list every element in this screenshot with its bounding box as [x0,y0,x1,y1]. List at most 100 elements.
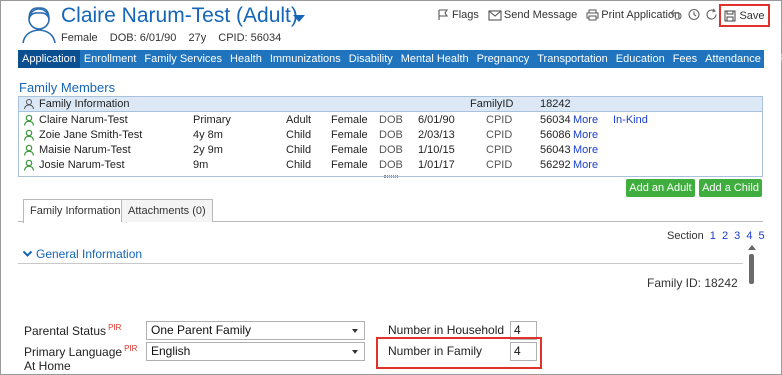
avatar-icon [22,7,56,44]
member-dob-label: DOB [379,129,403,141]
table-resize-handle[interactable] [384,175,398,178]
nav-attendance[interactable]: Attendance [701,50,765,68]
nav-pir[interactable]: PIR [765,50,782,68]
table-row[interactable]: Maisie Narum-Test 2y 9m Child Female DOB… [19,143,762,158]
history-icon[interactable] [687,8,700,21]
primary-language-label-text: Primary Language [24,345,123,359]
nav-health[interactable]: Health [226,50,266,68]
section-link-5[interactable]: 5 [759,230,765,242]
member-cpid: 56086 [540,129,571,141]
familyid-value: 18242 [540,98,571,110]
tab-bar: Family Information Attachments (0) [18,199,763,223]
chevron-down-icon[interactable] [293,15,305,22]
nav-transportation[interactable]: Transportation [533,50,612,68]
scroll-up-arrow[interactable] [748,245,756,250]
section-nav-label: Section [667,230,704,242]
member-gender: Female [331,159,368,171]
member-gender: Female [331,144,368,156]
nav-immunizations[interactable]: Immunizations [266,50,345,68]
save-label: Save [739,9,765,22]
family-id-display: Family ID: 18242 [647,276,738,290]
dropdown-caret-icon [352,329,358,333]
person-icon [23,114,35,126]
family-members-title: Family Members [19,80,116,95]
primary-language-value: English [151,344,191,358]
send-message-button[interactable]: Send Message [488,9,577,21]
family-members-table: Family Information FamilyID 18242 Claire… [18,96,763,177]
table-row[interactable]: Zoie Jane Smith-Test 4y 8m Child Female … [19,128,762,143]
member-dob-label: DOB [379,114,403,126]
member-more-link[interactable]: More [573,144,598,156]
flag-icon [438,9,449,20]
add-child-button[interactable]: Add a Child [699,179,762,197]
table-row[interactable]: Claire Narum-Test Primary Adult Female D… [19,113,762,128]
family-info-header-row[interactable]: Family Information FamilyID 18242 [19,97,762,112]
member-relation: Primary [193,114,231,126]
member-dob: 1/10/15 [418,144,455,156]
member-type: Child [286,129,312,141]
save-button[interactable]: Save [719,4,770,27]
nav-disability[interactable]: Disability [345,50,397,68]
section-link-3[interactable]: 3 [734,230,740,242]
member-more-link[interactable]: More [573,129,598,141]
floppy-disk-icon [724,10,736,21]
undo-icon[interactable] [669,8,682,21]
family-group-icon [24,99,34,110]
client-cpid: CPID: 56034 [218,32,282,44]
member-cpid: 56034 [540,114,571,126]
section-link-4[interactable]: 4 [746,230,752,242]
flags-button[interactable]: Flags [437,9,479,21]
general-information-toggle[interactable]: General Information [22,247,142,261]
section-link-1[interactable]: 1 [710,230,716,242]
nav-education[interactable]: Education [612,50,669,68]
member-dob-label: DOB [379,159,403,171]
add-adult-button[interactable]: Add an Adult [626,179,695,197]
member-relation: 4y 8m [193,129,223,141]
table-row[interactable]: Josie Narum-Test 9m Child Female DOB 1/0… [19,158,762,173]
member-gender: Female [331,129,368,141]
vertical-scrollbar[interactable] [749,254,754,284]
client-age: 27y [188,32,207,44]
member-cpid-label: CPID [486,144,513,156]
nav-mental-health[interactable]: Mental Health [397,50,473,68]
flags-label: Flags [452,9,479,21]
main-nav: Application Enrollment Family Services H… [18,50,782,68]
parental-status-select[interactable]: One Parent Family [146,321,365,340]
member-more-link[interactable]: More [573,159,598,171]
nav-family-services[interactable]: Family Services [140,50,226,68]
application-window: Claire Narum-Test (Adult) Female DOB: 6/… [0,0,782,375]
client-dob: DOB: 6/01/90 [109,32,177,44]
number-in-family-label: Number in Family [388,344,483,358]
number-in-family-field[interactable]: 4 [510,342,537,361]
parental-status-label-text: Parental Status [24,324,107,338]
member-type: Child [286,144,312,156]
member-dob: 6/01/90 [418,114,455,126]
print-application-button[interactable]: Print Application [586,9,680,21]
member-dob-label: DOB [379,144,403,156]
nav-enrollment[interactable]: Enrollment [80,50,141,68]
pir-tag: PIR [124,344,138,353]
primary-language-label-line2: At Home [24,359,71,373]
primary-language-select[interactable]: English [146,342,365,361]
tab-family-information[interactable]: Family Information [23,199,128,223]
person-icon [23,129,35,141]
member-inkind-link[interactable]: In-Kind [613,114,648,126]
tab-attachments[interactable]: Attachments (0) [121,199,213,222]
member-cpid-label: CPID [486,114,513,126]
nav-application[interactable]: Application [18,50,80,68]
client-gender: Female [61,32,98,44]
primary-language-label: Primary Language PIR [24,344,137,359]
section-link-2[interactable]: 2 [722,230,728,242]
member-gender: Female [331,114,368,126]
nav-fees[interactable]: Fees [669,50,701,68]
number-in-household-label: Number in Household [388,323,505,337]
member-more-link[interactable]: More [573,114,598,126]
general-information-title: General Information [36,247,143,261]
refresh-icon[interactable] [705,8,718,21]
member-name: Maisie Narum-Test [39,144,131,156]
nav-pregnancy[interactable]: Pregnancy [473,50,534,68]
client-name-title[interactable]: Claire Narum-Test (Adult) [61,4,298,28]
member-type: Child [286,159,312,171]
parental-status-label: Parental Status PIR [24,323,121,338]
person-icon [23,159,35,171]
